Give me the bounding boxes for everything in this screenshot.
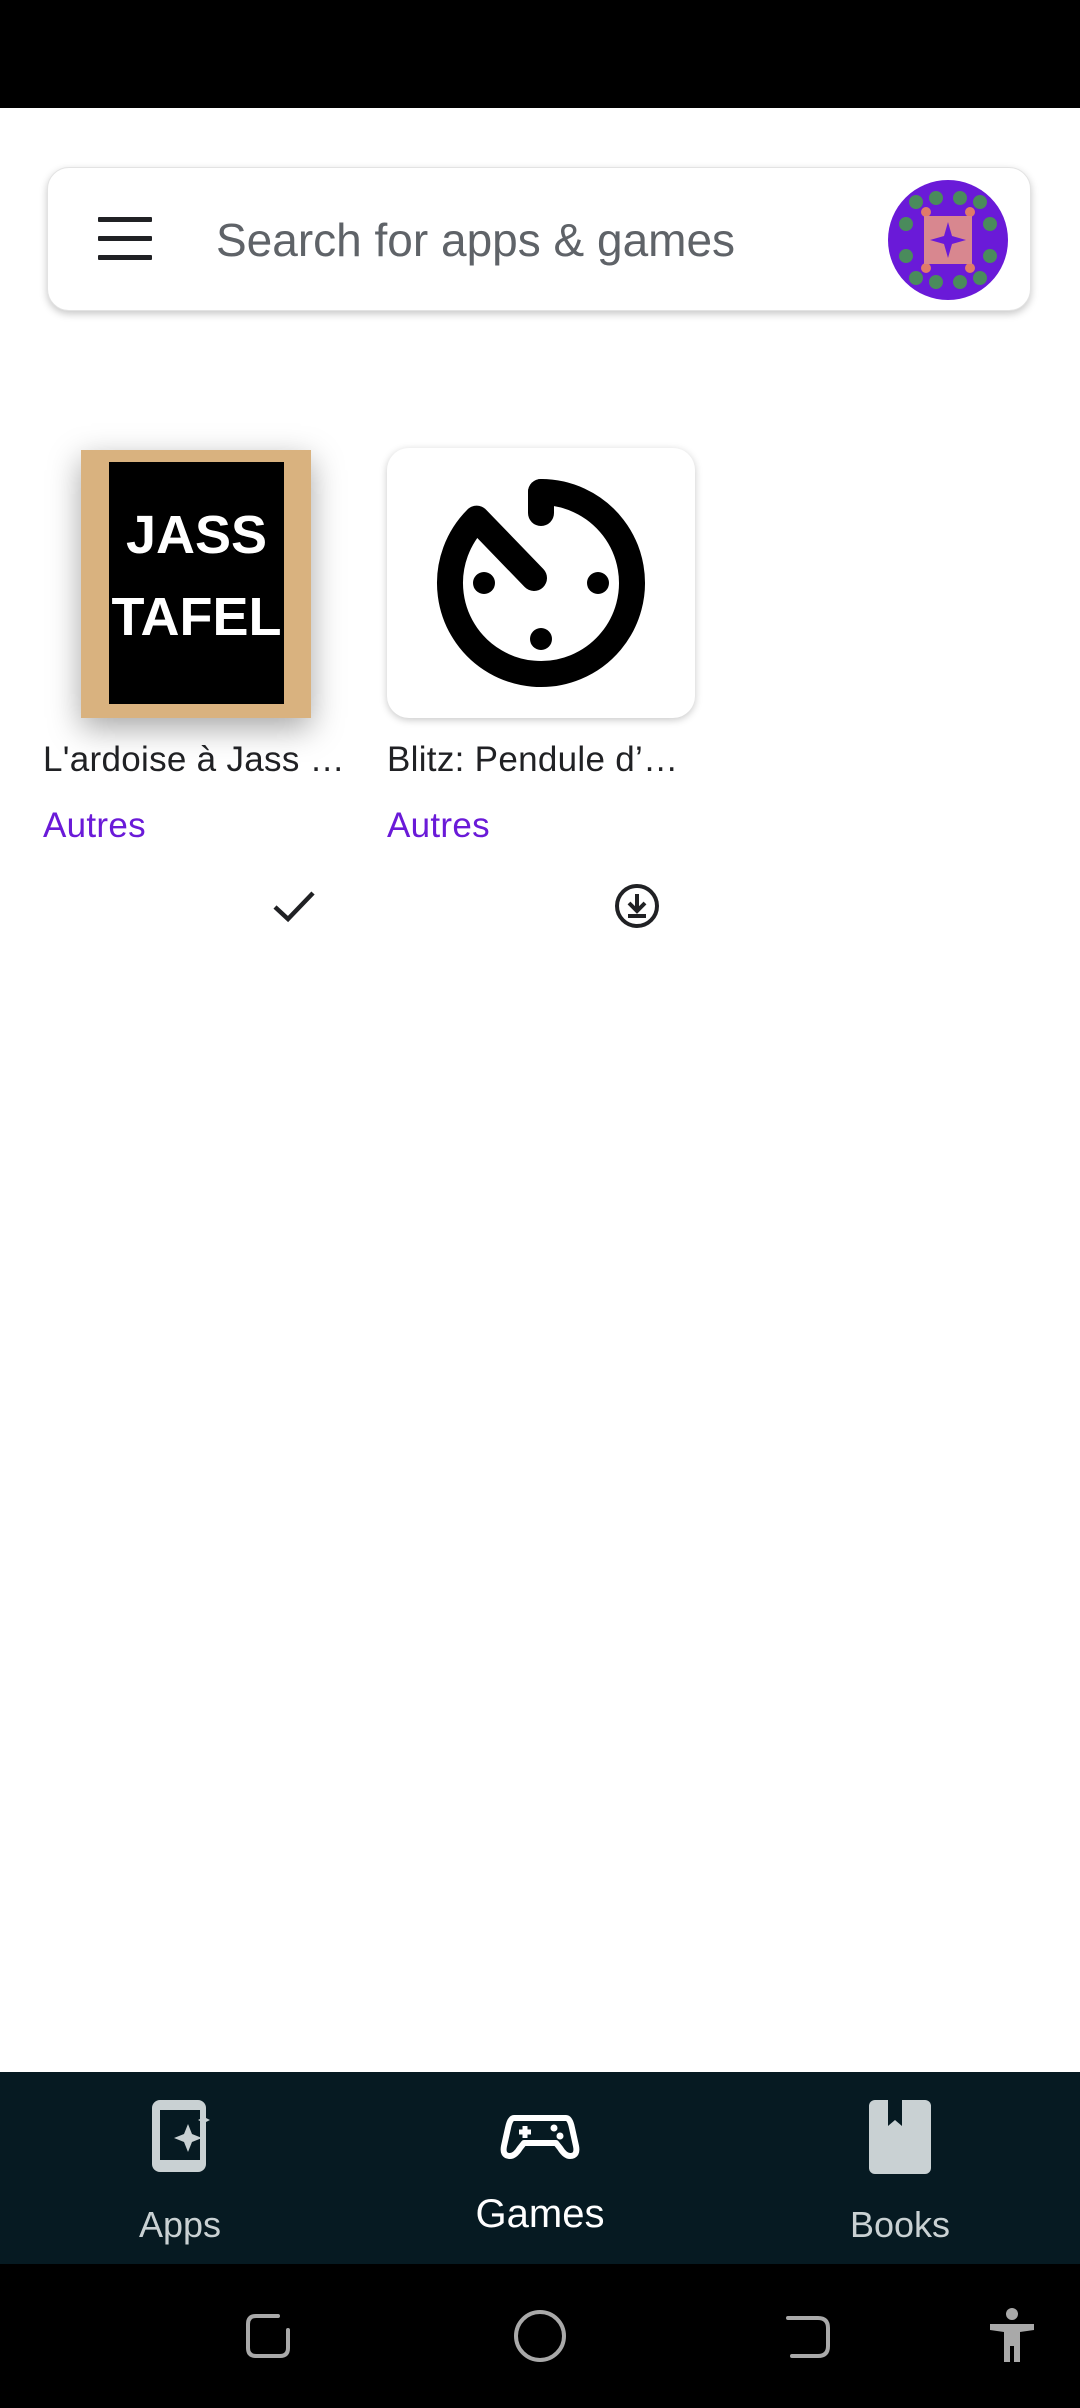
system-navigation-bar [0, 2264, 1080, 2408]
avatar[interactable] [888, 180, 1008, 300]
icon-tile [387, 448, 695, 718]
icon-text-line: TAFEL [111, 587, 282, 647]
app-category: Autres [387, 806, 490, 845]
app-icon-jass-tafel[interactable]: JASS TAFEL [43, 448, 353, 718]
search-bar[interactable]: Search for apps & games [47, 167, 1031, 311]
nav-label-books: Books [849, 2204, 951, 2245]
apps-icon [140, 2096, 220, 2176]
status-bar [0, 0, 1080, 108]
app-category: Autres [43, 806, 146, 845]
check-icon [269, 881, 319, 931]
book-icon [860, 2096, 940, 2176]
app-name: L'ardoise à Jass … [43, 740, 345, 779]
home-icon[interactable] [508, 2304, 572, 2368]
nav-item-books[interactable]: Books [750, 2072, 1050, 2264]
gamepad-icon [500, 2096, 580, 2176]
nav-item-apps[interactable]: Apps [30, 2072, 330, 2264]
nav-item-games[interactable]: Games [390, 2072, 690, 2264]
icon-text-line: JASS [125, 505, 268, 565]
board-slate: JASS TAFEL [109, 462, 284, 704]
app-name: Blitz: Pendule d’… [387, 740, 679, 779]
menu-icon[interactable] [92, 213, 152, 267]
app-icon-blitz[interactable] [387, 448, 697, 718]
recents-icon[interactable] [238, 2304, 302, 2368]
search-input[interactable]: Search for apps & games [216, 168, 735, 312]
accessibility-icon[interactable] [980, 2304, 1044, 2368]
nav-label-games: Games [475, 2192, 605, 2236]
board-frame: JASS TAFEL [81, 450, 311, 718]
back-icon[interactable] [778, 2304, 842, 2368]
nav-label-apps: Apps [138, 2204, 222, 2245]
bottom-navigation: Apps Games Books [0, 2072, 1080, 2264]
download-icon[interactable] [612, 881, 662, 931]
